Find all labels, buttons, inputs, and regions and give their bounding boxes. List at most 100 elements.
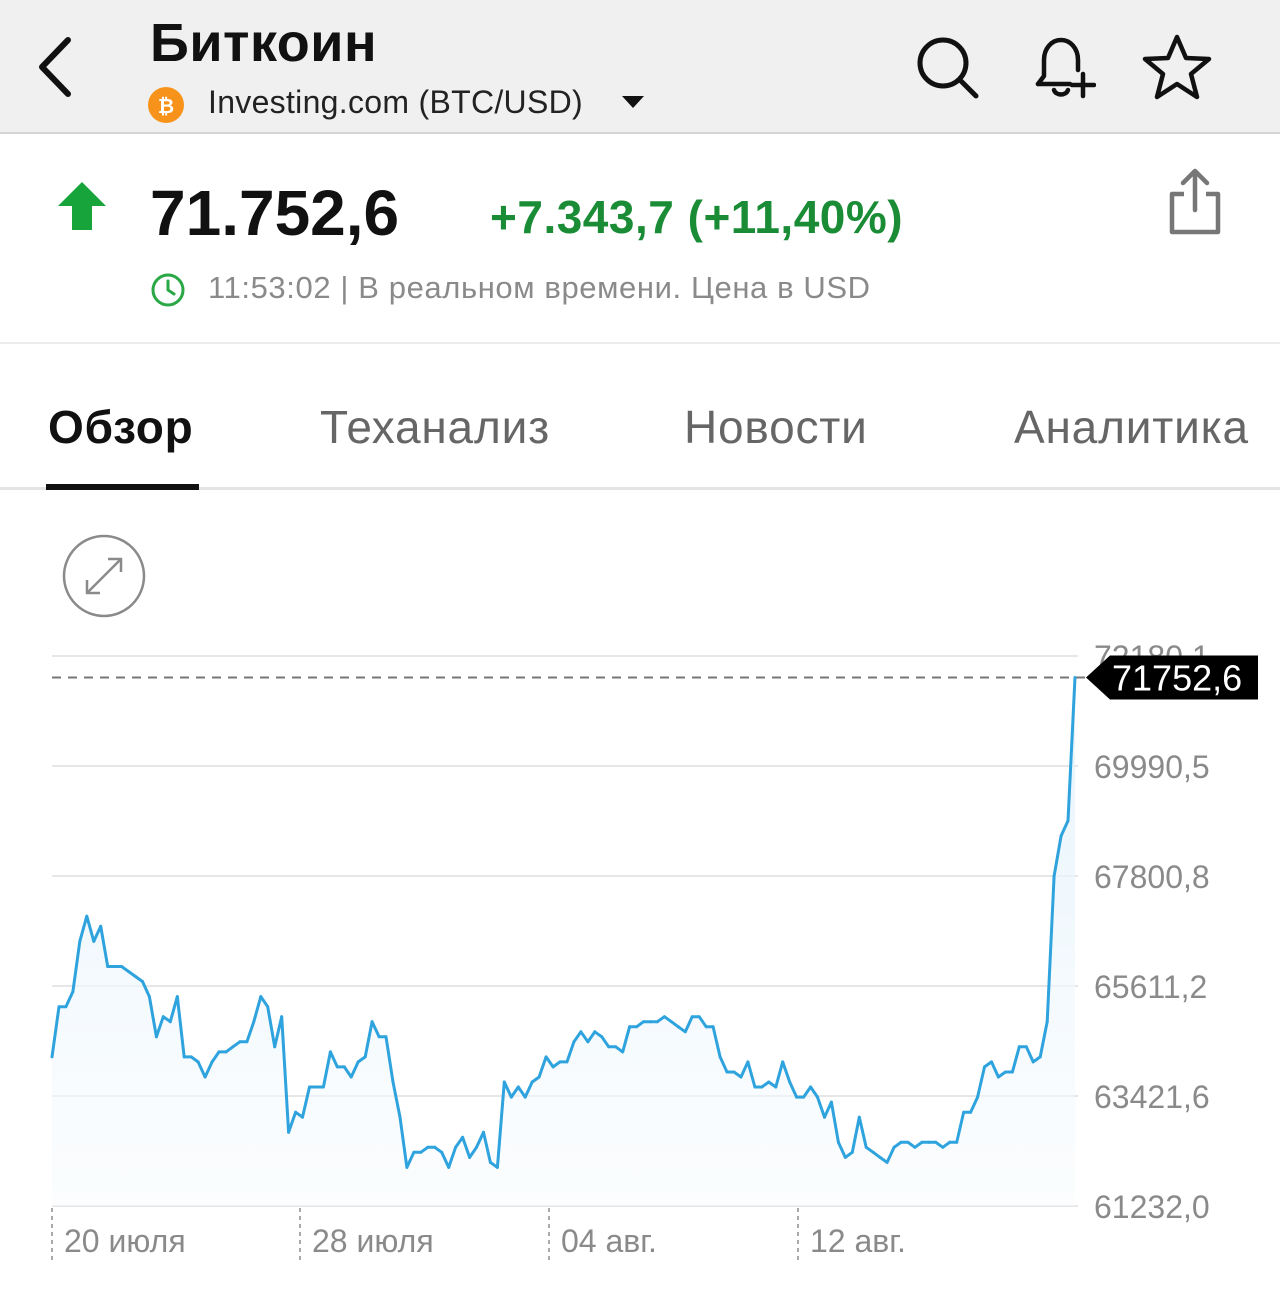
data-point	[976, 1095, 980, 1099]
data-point	[238, 1040, 242, 1044]
data-point	[586, 1040, 590, 1044]
data-point	[127, 970, 131, 973]
data-point	[1066, 819, 1070, 823]
data-point	[934, 1140, 938, 1144]
data-point	[168, 1020, 172, 1024]
active-tab-indicator	[46, 484, 199, 490]
data-point	[1024, 1045, 1028, 1049]
data-point	[871, 1150, 875, 1154]
search-icon[interactable]	[912, 32, 982, 102]
data-point	[1017, 1045, 1021, 1049]
data-point	[502, 1080, 506, 1084]
data-point	[64, 1005, 68, 1009]
bitcoin-icon: ₿	[148, 87, 184, 123]
tab-analytics[interactable]: Аналитика	[1014, 400, 1249, 454]
data-point	[941, 1145, 945, 1149]
x-tick-label: 12 авг.	[810, 1223, 906, 1259]
y-tick-label: 65611,2	[1094, 969, 1207, 1005]
data-point	[662, 1015, 666, 1019]
data-point	[906, 1140, 910, 1144]
back-chevron-icon[interactable]	[30, 34, 86, 100]
data-point	[252, 1020, 256, 1024]
data-point	[850, 1150, 854, 1154]
data-point	[537, 1075, 541, 1079]
data-point	[572, 1040, 576, 1044]
data-point	[600, 1035, 604, 1039]
data-point	[649, 1020, 652, 1024]
data-point	[718, 1055, 722, 1059]
data-point	[273, 1045, 277, 1049]
data-point	[99, 924, 103, 928]
data-point	[1052, 874, 1056, 878]
data-point	[955, 1140, 959, 1144]
data-point	[920, 1140, 924, 1144]
data-point	[391, 1080, 395, 1084]
data-point	[1031, 1060, 1035, 1064]
data-point	[113, 965, 117, 968]
data-point	[245, 1040, 249, 1044]
data-point	[259, 995, 263, 999]
clock-icon	[151, 273, 185, 307]
expand-chart-icon[interactable]	[62, 534, 146, 618]
data-point	[175, 995, 179, 999]
tab-news[interactable]: Новости	[684, 400, 868, 454]
data-point	[203, 1075, 207, 1079]
data-point	[405, 1165, 409, 1169]
dropdown-caret-icon[interactable]	[622, 96, 644, 108]
bell-add-icon[interactable]	[1026, 32, 1096, 102]
data-point	[753, 1085, 757, 1089]
data-point	[475, 1145, 478, 1149]
data-point	[210, 1060, 214, 1064]
data-point	[1073, 676, 1077, 679]
data-point	[516, 1085, 520, 1089]
data-point	[1003, 1070, 1007, 1074]
data-point	[495, 1165, 499, 1169]
tab-technical[interactable]: Теханализ	[320, 400, 550, 454]
star-icon[interactable]	[1142, 32, 1212, 102]
data-point	[551, 1065, 555, 1069]
data-point	[683, 1030, 687, 1034]
data-point	[356, 1060, 360, 1064]
data-point	[725, 1070, 729, 1074]
data-point	[635, 1025, 639, 1029]
data-point	[899, 1140, 903, 1144]
data-point	[182, 1055, 186, 1059]
y-tick-label: 61232,0	[1094, 1189, 1210, 1225]
data-point	[161, 1015, 165, 1019]
tab-overview[interactable]: Обзор	[48, 400, 194, 454]
data-point	[746, 1060, 750, 1064]
data-point	[314, 1085, 318, 1089]
data-point	[482, 1130, 485, 1134]
data-point	[120, 965, 124, 968]
data-point	[843, 1155, 847, 1159]
data-point	[593, 1030, 597, 1034]
data-point	[92, 939, 96, 943]
x-tick-label: 04 авг.	[561, 1223, 657, 1259]
share-icon[interactable]	[1166, 168, 1224, 238]
price-chart[interactable]: 72180,169990,567800,865611,263421,661232…	[0, 620, 1280, 1289]
data-point	[642, 1020, 645, 1024]
y-tick-label: 63421,6	[1094, 1079, 1210, 1115]
data-point	[864, 1145, 868, 1149]
data-point	[781, 1060, 785, 1064]
data-point	[134, 975, 137, 978]
data-point	[426, 1145, 430, 1149]
data-point	[996, 1075, 1000, 1079]
source-selector[interactable]: Investing.com (BTC/USD)	[208, 84, 583, 121]
data-point	[1059, 834, 1063, 838]
data-point	[829, 1100, 833, 1104]
data-point	[301, 1115, 304, 1119]
data-point	[217, 1050, 221, 1054]
data-point	[454, 1145, 458, 1149]
data-point	[189, 1055, 193, 1059]
data-point	[468, 1155, 472, 1159]
data-point	[85, 914, 89, 918]
data-point	[913, 1145, 917, 1149]
data-point	[579, 1030, 583, 1034]
data-point	[440, 1150, 444, 1154]
data-point	[419, 1150, 423, 1154]
quote-timestamp: 11:53:02 | В реальном времени. Цена в US…	[208, 270, 871, 305]
data-point	[857, 1115, 861, 1119]
data-point	[196, 1060, 200, 1064]
data-point	[704, 1025, 708, 1029]
